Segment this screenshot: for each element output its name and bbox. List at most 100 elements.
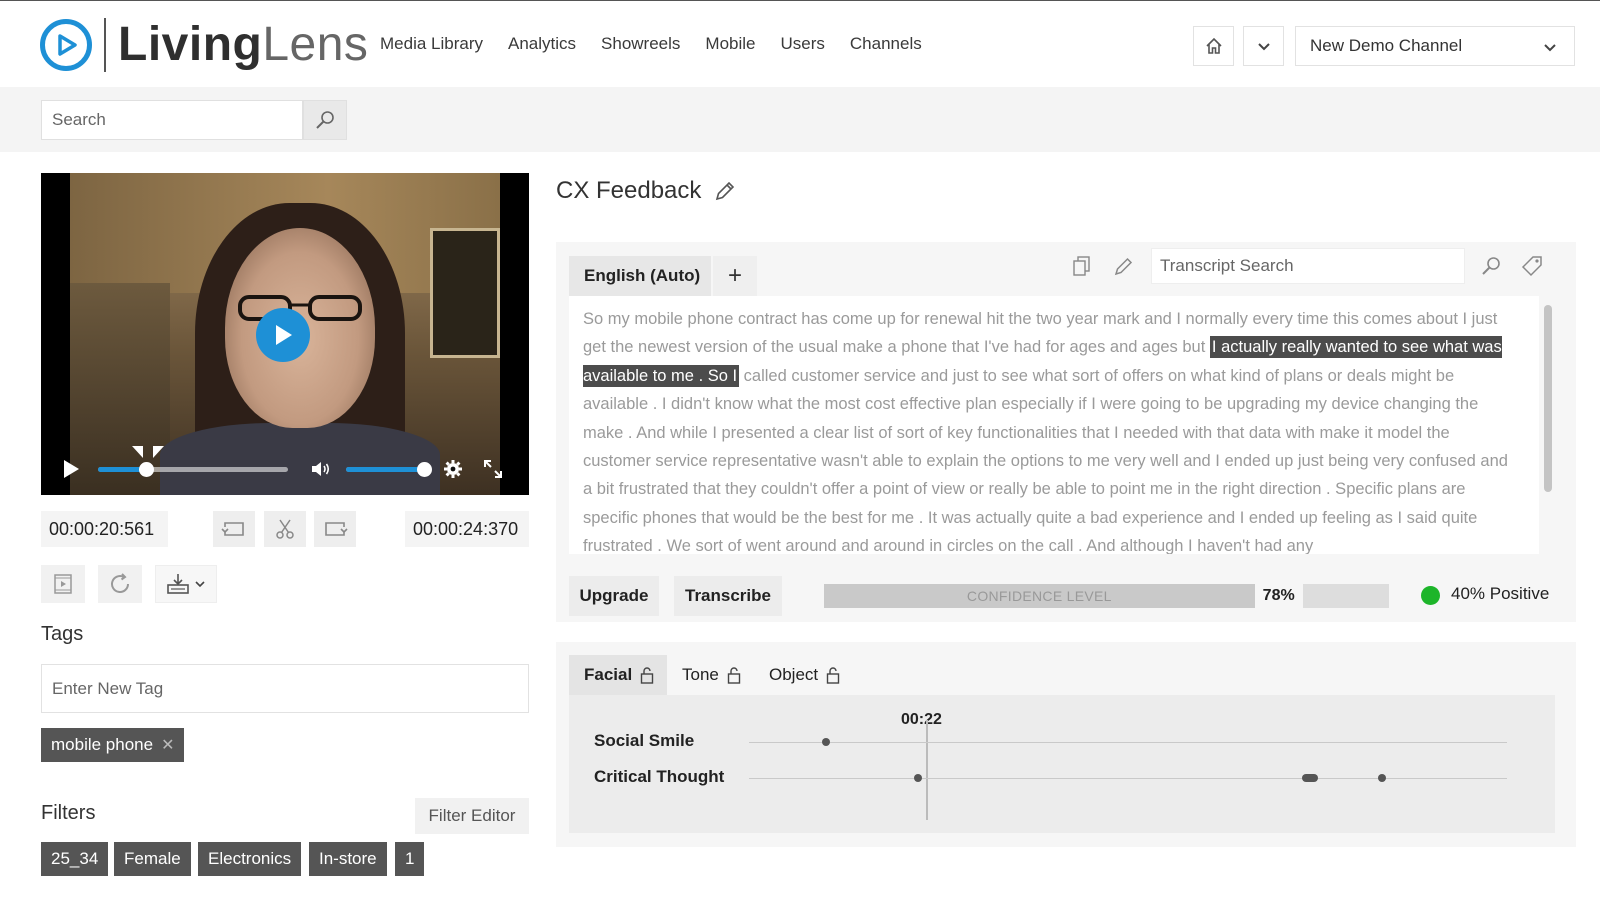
settings-button[interactable]	[441, 457, 465, 481]
copy-icon	[1073, 256, 1090, 276]
filter-editor-button[interactable]: Filter Editor	[415, 798, 529, 834]
fullscreen-button[interactable]	[481, 457, 505, 481]
tag-chip[interactable]: mobile phone ✕	[41, 728, 185, 762]
tab-language-english[interactable]: English (Auto)	[569, 256, 711, 296]
transcript-text[interactable]: So my mobile phone contract has come up …	[569, 296, 1539, 554]
cut-button[interactable]	[264, 511, 306, 547]
transcript-search-button[interactable]	[1473, 248, 1509, 284]
refresh-button[interactable]	[98, 565, 142, 603]
play-button[interactable]	[59, 457, 83, 481]
search-icon	[316, 111, 334, 129]
timeline-label-critical-thought: Critical Thought	[594, 767, 725, 786]
filter-chip-count[interactable]: 1	[395, 842, 425, 876]
volume-icon	[312, 462, 330, 476]
timeline-track	[749, 742, 1507, 743]
set-start-button[interactable]	[213, 511, 255, 547]
transcribe-button[interactable]: Transcribe	[674, 576, 782, 616]
clip-marker-icon	[132, 446, 164, 458]
timeline-track	[749, 778, 1507, 779]
chevron-down-icon	[1257, 43, 1270, 51]
nav-users[interactable]: Users	[781, 34, 825, 54]
tab-facial[interactable]: Facial	[569, 655, 667, 695]
copy-transcript-button[interactable]	[1064, 248, 1100, 284]
transcript-panel: English (Auto) + Transcript Search So my…	[556, 242, 1576, 622]
loop-icon	[221, 522, 244, 536]
fullscreen-icon	[484, 460, 502, 478]
timeline-current-time: 00:22	[901, 711, 942, 728]
media-title: CX Feedback	[556, 177, 737, 205]
logo[interactable]: LivingLens	[40, 17, 368, 72]
tab-object[interactable]: Object	[754, 655, 852, 695]
transcript-scrollbar[interactable]	[1544, 305, 1552, 492]
remove-tag-icon[interactable]: ✕	[161, 735, 174, 755]
unlock-icon	[727, 667, 741, 684]
add-to-showreel-button[interactable]	[41, 565, 85, 603]
new-tag-input[interactable]: Enter New Tag	[41, 664, 529, 713]
clip-end-time[interactable]: 00:00:24:370	[405, 511, 529, 547]
confidence-bar: CONFIDENCE LEVEL 78%	[824, 584, 1389, 608]
tag-icon	[1521, 256, 1542, 277]
filter-chip-gender[interactable]: Female	[114, 842, 191, 876]
filter-chip-age[interactable]: 25_34	[41, 842, 109, 876]
download-icon	[167, 574, 189, 594]
play-icon	[276, 325, 292, 345]
page-title: CX Feedback	[556, 177, 702, 204]
add-language-button[interactable]: +	[713, 256, 757, 296]
set-end-button[interactable]	[314, 511, 356, 547]
film-icon	[54, 574, 72, 594]
unlock-icon	[826, 667, 840, 684]
seek-handle[interactable]	[138, 462, 154, 477]
confidence-value: 78%	[1254, 584, 1303, 608]
volume-slider[interactable]	[346, 462, 432, 477]
volume-button[interactable]	[309, 457, 333, 481]
tab-tone[interactable]: Tone	[667, 655, 753, 695]
seek-bar[interactable]	[98, 462, 288, 477]
play-icon	[64, 460, 79, 478]
timeline-cursor[interactable]	[926, 720, 928, 820]
tags-heading: Tags	[41, 623, 84, 645]
facial-timeline[interactable]: 00:22 Social Smile Critical Thought	[569, 695, 1555, 833]
timeline-event-marker[interactable]	[1302, 774, 1318, 782]
chevron-down-icon	[1544, 44, 1556, 52]
nav-analytics[interactable]: Analytics	[508, 34, 576, 54]
channel-select-value: New Demo Channel	[1310, 36, 1463, 55]
edit-pencil-icon[interactable]	[713, 179, 737, 203]
nav-channels[interactable]: Channels	[850, 34, 922, 54]
search-input[interactable]: Search	[41, 100, 303, 140]
channel-select[interactable]: New Demo Channel	[1295, 26, 1575, 66]
volume-handle[interactable]	[416, 462, 432, 477]
timeline-event-marker[interactable]	[914, 774, 922, 782]
unlock-icon	[641, 667, 654, 684]
filter-chip-category[interactable]: Electronics	[198, 842, 302, 876]
nav-showreels[interactable]: Showreels	[601, 34, 680, 54]
play-overlay-button[interactable]	[256, 308, 310, 362]
clip-start-time[interactable]: 00:00:20:561	[41, 511, 168, 547]
chevron-down-icon	[195, 581, 205, 588]
filter-chip-channel[interactable]: In-store	[309, 842, 387, 876]
tag-transcript-button[interactable]	[1514, 248, 1550, 284]
search-button[interactable]	[303, 100, 347, 140]
timeline-event-marker[interactable]	[822, 738, 830, 746]
transcript-search-input[interactable]: Transcript Search	[1151, 248, 1465, 284]
video-player[interactable]	[41, 173, 529, 495]
edit-transcript-button[interactable]	[1106, 248, 1142, 284]
nav-media-library[interactable]: Media Library	[380, 34, 483, 54]
loop-icon	[325, 522, 348, 536]
nav-mobile[interactable]: Mobile	[705, 34, 755, 54]
scissors-icon	[276, 519, 294, 539]
pencil-icon	[1114, 257, 1133, 276]
logo-divider	[104, 17, 106, 72]
upgrade-button[interactable]: Upgrade	[569, 576, 659, 616]
download-dropdown-button[interactable]	[155, 565, 217, 603]
menu-dropdown-button[interactable]	[1243, 26, 1284, 66]
filters-heading: Filters	[41, 802, 96, 824]
timeline-event-marker[interactable]	[1378, 774, 1386, 782]
search-icon	[1482, 257, 1500, 275]
home-button[interactable]	[1193, 26, 1234, 66]
logo-wordmark: LivingLens	[118, 17, 369, 71]
analysis-panel: Facial Tone Object 00:22 Social Smile Cr…	[556, 642, 1576, 847]
refresh-icon	[111, 573, 129, 593]
confidence-label: CONFIDENCE LEVEL	[966, 588, 1112, 604]
gear-icon	[444, 460, 462, 478]
timeline-label-social-smile: Social Smile	[594, 731, 695, 750]
